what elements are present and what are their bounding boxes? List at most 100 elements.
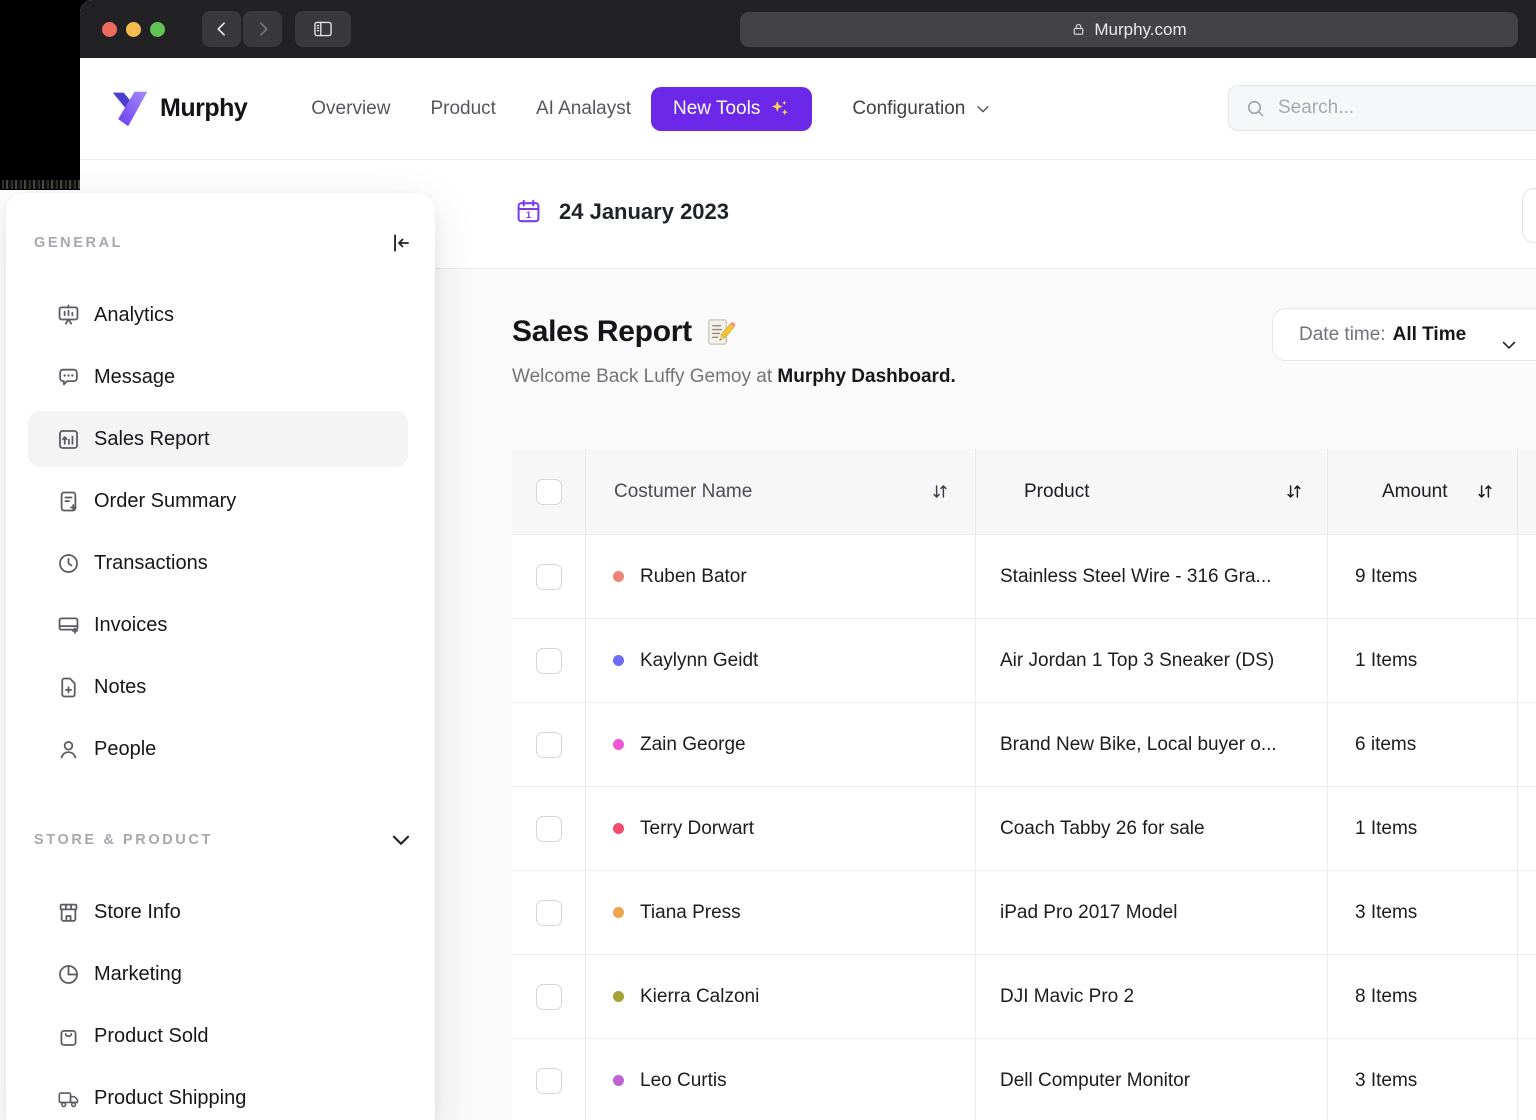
clipped-column <box>1517 449 1536 534</box>
column-header-amount[interactable]: Amount <box>1327 449 1517 534</box>
row-checkbox[interactable] <box>536 1068 562 1094</box>
row-checkbox[interactable] <box>536 816 562 842</box>
message-icon <box>56 365 81 390</box>
clipped-cell <box>1517 535 1536 618</box>
zoom-button[interactable] <box>150 22 165 37</box>
product-cell: Air Jordan 1 Top 3 Sneaker (DS) <box>975 619 1327 702</box>
sort-icon[interactable] <box>929 481 951 503</box>
invoices-icon <box>56 613 81 638</box>
row-checkbox[interactable] <box>536 648 562 674</box>
current-date: 1 24 January 2023 <box>515 198 729 225</box>
address-bar[interactable]: Murphy.com <box>740 12 1518 47</box>
table-row: Ruben Bator Stainless Steel Wire - 316 G… <box>512 534 1536 618</box>
minimize-button[interactable] <box>126 22 141 37</box>
section-title: GENERAL <box>34 235 123 251</box>
notes-icon <box>56 675 81 700</box>
row-checkbox[interactable] <box>536 984 562 1010</box>
sales-report-icon <box>56 427 81 452</box>
section-items: Store Info Marketing Product Sold Product S… <box>6 884 435 1120</box>
row-checkbox-cell <box>512 535 585 618</box>
customer-cell: Ruben Bator <box>585 535 975 618</box>
section-chevron-icon[interactable] <box>388 827 414 853</box>
row-checkbox[interactable] <box>536 732 562 758</box>
product-sold-icon <box>56 1024 81 1049</box>
forward-button[interactable] <box>243 11 282 47</box>
sort-icon[interactable] <box>1259 481 1305 503</box>
configuration-label: Configuration <box>852 98 965 120</box>
sidebar-item-label: Message <box>94 366 175 389</box>
column-header-customer[interactable]: Costumer Name <box>585 449 975 534</box>
sidebar-toggle-button[interactable] <box>295 11 351 47</box>
close-button[interactable] <box>102 22 117 37</box>
select-all-checkbox[interactable] <box>536 479 562 505</box>
memo-icon <box>704 317 735 348</box>
welcome-text: Welcome Back Luffy Gemoy at Murphy Dashb… <box>512 366 956 388</box>
clipped-action-button[interactable] <box>1522 188 1536 243</box>
row-checkbox-cell <box>512 787 585 870</box>
row-checkbox[interactable] <box>536 900 562 926</box>
nav-link-product[interactable]: Product <box>430 98 495 120</box>
sidebar-item-transactions[interactable]: Transactions <box>28 535 408 591</box>
search-input[interactable] <box>1276 96 1536 120</box>
configuration-menu[interactable]: Configuration <box>852 98 992 120</box>
sidebar-item-label: Product Shipping <box>94 1087 246 1110</box>
sidebar-item-label: Marketing <box>94 963 182 986</box>
collapse-sidebar-icon[interactable] <box>388 230 414 256</box>
product-name: iPad Pro 2017 Model <box>976 902 1177 924</box>
sidebar-item-analytics[interactable]: Analytics <box>28 287 408 343</box>
sidebar: GENERAL Analytics Message Sales Report Order… <box>6 193 435 1120</box>
amount-cell: 1 Items <box>1327 787 1517 870</box>
datetime-filter-value: All Time <box>1393 324 1467 346</box>
sidebar-item-label: Sales Report <box>94 428 210 451</box>
datetime-filter[interactable]: Date time: All Time <box>1272 308 1536 361</box>
product-name: DJI Mavic Pro 2 <box>976 986 1134 1008</box>
amount-value: 3 Items <box>1328 1070 1417 1092</box>
back-button[interactable] <box>202 11 241 47</box>
table-header: Costumer Name Product Amount <box>512 449 1536 534</box>
table-row: Tiana Press iPad Pro 2017 Model 3 Items <box>512 870 1536 954</box>
clipped-cell <box>1517 955 1536 1038</box>
product-cell: DJI Mavic Pro 2 <box>975 955 1327 1038</box>
row-checkbox[interactable] <box>536 564 562 590</box>
clipped-cell <box>1517 787 1536 870</box>
sidebar-item-label: People <box>94 738 156 761</box>
row-checkbox-cell <box>512 955 585 1038</box>
lock-icon <box>1071 22 1086 37</box>
chevron-right-icon <box>253 19 273 39</box>
column-header-product[interactable]: Product <box>975 449 1327 534</box>
product-cell: Dell Computer Monitor <box>975 1039 1327 1120</box>
sparkles-icon <box>769 98 790 119</box>
sidebar-item-marketing[interactable]: Marketing <box>28 946 408 1002</box>
sidebar-item-store-info[interactable]: Store Info <box>28 884 408 940</box>
table-row: Kaylynn Geidt Air Jordan 1 Top 3 Sneaker… <box>512 618 1536 702</box>
brand-logo[interactable]: Murphy <box>110 89 247 129</box>
sidebar-item-order-summary[interactable]: Order Summary <box>28 473 408 529</box>
product-name: Stainless Steel Wire - 316 Gra... <box>976 566 1271 588</box>
sort-icon[interactable] <box>1447 481 1496 503</box>
brand-name: Murphy <box>160 94 247 123</box>
chevron-down-icon <box>974 100 992 118</box>
sidebar-item-product-sold[interactable]: Product Sold <box>28 1008 408 1064</box>
sidebar-item-notes[interactable]: Notes <box>28 659 408 715</box>
sidebar-item-product-shipping[interactable]: Product Shipping <box>28 1070 408 1120</box>
order-summary-icon <box>56 489 81 514</box>
clipped-cell <box>1517 871 1536 954</box>
nav-link-ai-analayst[interactable]: AI Analayst <box>536 98 631 120</box>
sidebar-item-invoices[interactable]: Invoices <box>28 597 408 653</box>
customer-cell: Terry Dorwart <box>585 787 975 870</box>
screenshot-stage: Murphy.com Murphy Overview Product AI Anal… <box>0 0 1536 1120</box>
select-all-cell <box>512 449 585 534</box>
sidebar-section-store-product: STORE & PRODUCTStore InfoMarketingProduc… <box>6 827 435 1120</box>
sidebar-item-people[interactable]: People <box>28 721 408 777</box>
sidebar-item-sales-report[interactable]: Sales Report <box>28 411 408 467</box>
table-row: Kierra Calzoni DJI Mavic Pro 2 8 Items <box>512 954 1536 1038</box>
sidebar-item-message[interactable]: Message <box>28 349 408 405</box>
table-row: Terry Dorwart Coach Tabby 26 for sale 1 … <box>512 786 1536 870</box>
customer-name: Kaylynn Geidt <box>640 650 758 672</box>
nav-link-overview[interactable]: Overview <box>311 98 390 120</box>
product-name: Dell Computer Monitor <box>976 1070 1190 1092</box>
window-sidebar-icon <box>312 18 334 40</box>
new-tools-button[interactable]: New Tools <box>651 87 812 131</box>
app-header: Murphy Overview Product AI Analayst New To… <box>80 58 1536 160</box>
row-checkbox-cell <box>512 1039 585 1120</box>
